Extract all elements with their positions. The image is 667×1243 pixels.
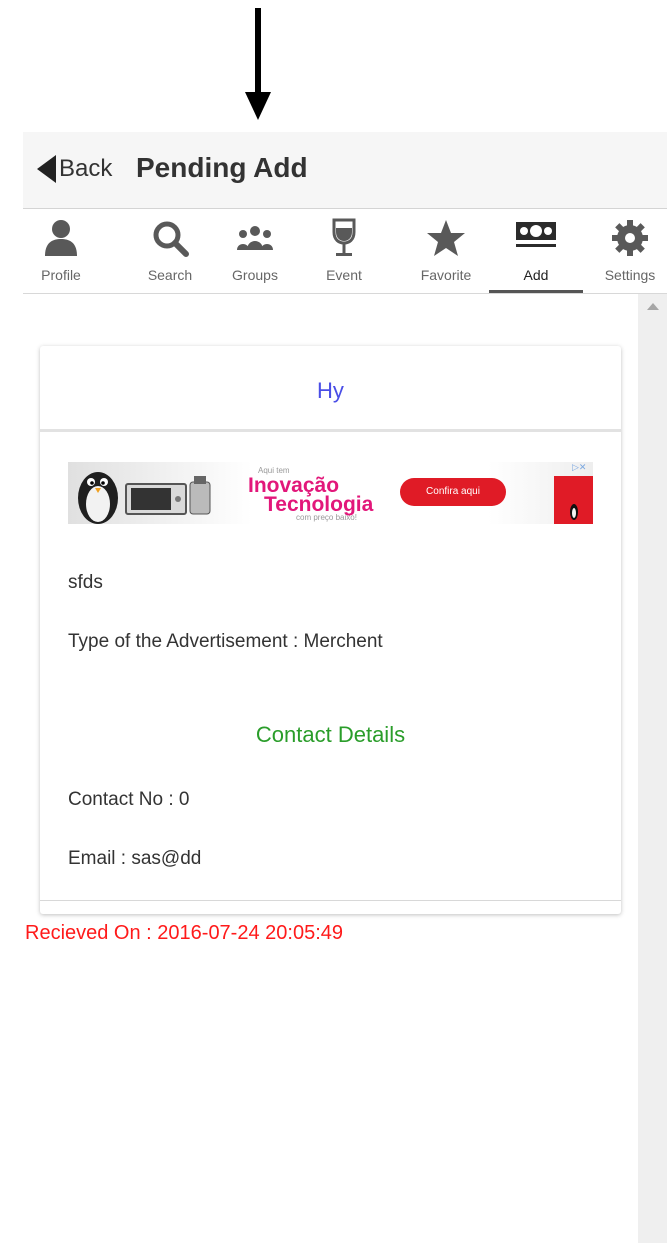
card-title: Hy (317, 378, 344, 403)
app-header: Back Pending Add (23, 132, 667, 209)
tab-favorite[interactable]: Favorite (408, 210, 484, 294)
card-header: Hy (40, 346, 621, 432)
tab-label: Profile (41, 267, 81, 283)
ad-side-graphic (554, 476, 593, 524)
scroll-up-icon[interactable] (647, 303, 659, 310)
ad-banner[interactable]: Aqui tem Inovação Tecnologia com preço b… (68, 462, 593, 524)
ad-close-icon[interactable]: ▷✕ (572, 462, 586, 473)
star-icon (427, 220, 465, 256)
tab-label: Add (523, 267, 549, 283)
contact-details-heading: Contact Details (255, 722, 406, 747)
scrollbar[interactable] (638, 294, 667, 1243)
tab-search[interactable]: Search (132, 210, 208, 294)
down-arrow-icon (245, 8, 271, 120)
ad-card: Hy Aqui tem Inovação Tecnologia com preç… (40, 346, 621, 914)
money-icon (516, 222, 556, 247)
tab-label: Favorite (420, 267, 472, 283)
contact-number: Contact No : 0 (68, 789, 190, 810)
ad-cta-button[interactable]: Confira aqui (400, 478, 506, 506)
ad-type: Type of the Advertisement : Merchent (68, 631, 383, 652)
app-screen: Back Pending Add Profile Search Groups E… (16, 132, 667, 1243)
received-timestamp: Recieved On : 2016-07-24 20:05:49 (25, 922, 343, 944)
back-button[interactable]: Back (37, 154, 112, 184)
ad-description: sfds (68, 572, 103, 593)
ad-tagline-bottom: com preço baixo! (296, 513, 357, 522)
penguin-appliances-image (78, 472, 211, 524)
tab-settings[interactable]: Settings (596, 210, 664, 294)
tab-bar: Profile Search Groups Event Favorite Add… (23, 210, 667, 294)
tab-label: Search (147, 267, 193, 283)
gear-icon (612, 220, 648, 256)
tab-groups[interactable]: Groups (217, 210, 293, 294)
back-label: Back (59, 155, 113, 182)
tab-label: Event (326, 267, 362, 283)
penguin-mini-icon (570, 504, 578, 520)
tab-profile[interactable]: Profile (23, 210, 99, 294)
back-arrow-icon (37, 155, 56, 183)
tab-label: Settings (604, 267, 656, 283)
tab-add[interactable]: Add (489, 210, 583, 294)
contact-email: Email : sas@dd (68, 848, 202, 869)
card-divider (40, 900, 621, 901)
search-icon (153, 221, 189, 257)
wine-glass-icon (332, 218, 356, 256)
person-icon (45, 220, 77, 256)
tab-label: Groups (232, 267, 278, 283)
groups-icon (237, 226, 273, 250)
page-title: Pending Add (136, 152, 308, 183)
tab-event[interactable]: Event (306, 210, 382, 294)
active-tab-indicator (489, 290, 583, 293)
